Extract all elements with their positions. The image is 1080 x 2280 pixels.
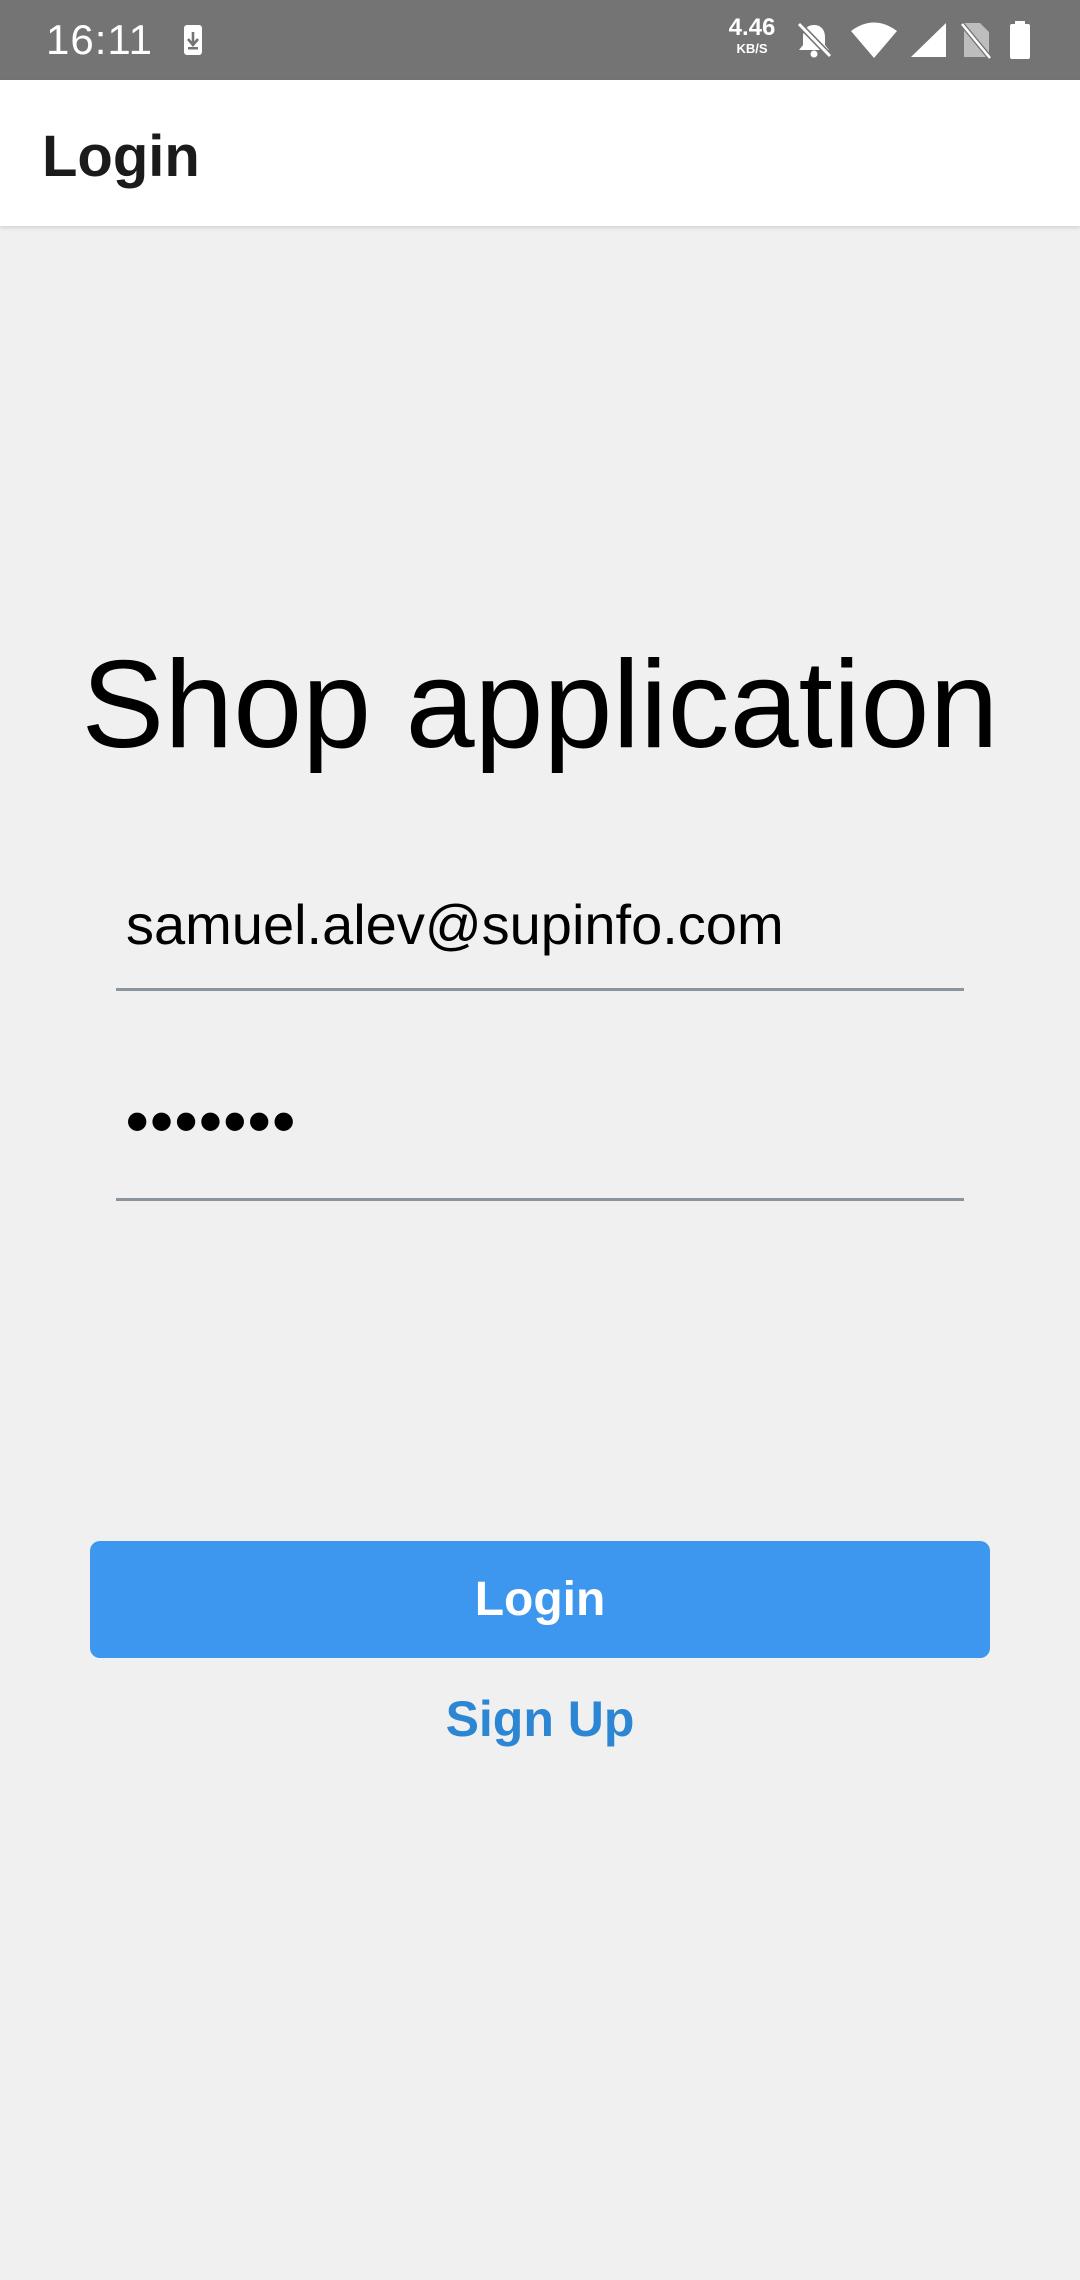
email-field[interactable]: samuel.alev@supinfo.com: [116, 880, 964, 991]
battery-icon: [1010, 21, 1030, 59]
no-sim-icon: [960, 22, 992, 60]
cellular-signal-icon: [911, 23, 946, 57]
status-time: 16:11: [46, 16, 153, 63]
download-icon: [184, 25, 202, 55]
network-speed-value: 4.46: [728, 14, 776, 41]
app-bar-title: Login: [42, 124, 200, 189]
password-value: •••••••: [126, 1085, 297, 1157]
sign-up-link[interactable]: Sign Up: [0, 1684, 1080, 1754]
email-value: samuel.alev@supinfo.com: [126, 893, 784, 956]
app-bar: Login: [0, 80, 1080, 226]
wifi-icon: [851, 22, 897, 58]
bell-off-icon: [796, 21, 833, 59]
network-speed: 4.46 KB/S: [724, 14, 780, 56]
login-button[interactable]: Login: [90, 1541, 990, 1658]
password-field[interactable]: •••••••: [116, 1086, 964, 1201]
status-bar: 16:11 4.46 KB/S: [0, 0, 1080, 80]
page-heading: Shop application: [81, 636, 999, 774]
network-speed-unit: KB/S: [736, 41, 768, 56]
